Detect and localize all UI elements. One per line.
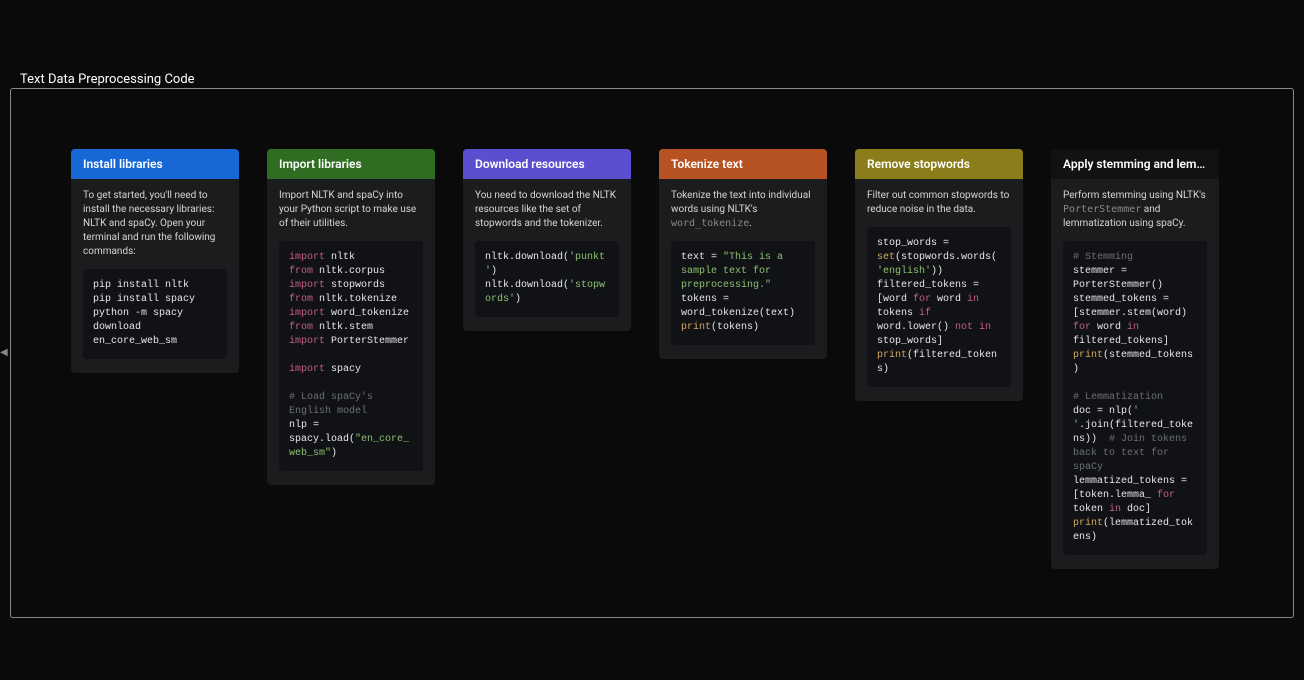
card-description: Perform stemming using NLTK's PorterStem… — [1063, 189, 1207, 231]
card-body: You need to download the NLTK resources … — [463, 179, 631, 331]
card-header: Apply stemming and lemmatization — [1051, 149, 1219, 179]
main-panel: Install libraries To get started, you'll… — [10, 88, 1294, 618]
card-body: Import NLTK and spaCy into your Python s… — [267, 179, 435, 485]
card-header: Tokenize text — [659, 149, 827, 179]
code-block: import nltk from nltk.corpus import stop… — [279, 241, 423, 471]
page-title: Text Data Preprocessing Code — [20, 72, 195, 87]
code-block: pip install nltk pip install spacy pytho… — [83, 269, 227, 359]
card-body: Tokenize the text into individual words … — [659, 179, 827, 359]
card-description: You need to download the NLTK resources … — [475, 189, 619, 231]
code-block: nltk.download('punkt') nltk.download('st… — [475, 241, 619, 317]
card-description: Filter out common stopwords to reduce no… — [867, 189, 1011, 217]
card-description: To get started, you'll need to install t… — [83, 189, 227, 259]
card-download-resources[interactable]: Download resources You need to download … — [463, 149, 631, 331]
cards-row: Install libraries To get started, you'll… — [71, 149, 1233, 569]
code-block: # Stemming stemmer = PorterStemmer() ste… — [1063, 241, 1207, 555]
code-block: text = "This is a sample text for prepro… — [671, 241, 815, 345]
card-header: Install libraries — [71, 149, 239, 179]
card-remove-stopwords[interactable]: Remove stopwords Filter out common stopw… — [855, 149, 1023, 401]
left-resize-handle[interactable]: ◀ — [0, 347, 8, 357]
card-import-libraries[interactable]: Import libraries Import NLTK and spaCy i… — [267, 149, 435, 485]
card-description: Tokenize the text into individual words … — [671, 189, 815, 231]
card-body: Perform stemming using NLTK's PorterStem… — [1051, 179, 1219, 569]
card-body: Filter out common stopwords to reduce no… — [855, 179, 1023, 401]
card-description: Import NLTK and spaCy into your Python s… — [279, 189, 423, 231]
card-header: Remove stopwords — [855, 149, 1023, 179]
card-tokenize-text[interactable]: Tokenize text Tokenize the text into ind… — [659, 149, 827, 359]
card-header: Download resources — [463, 149, 631, 179]
card-header: Import libraries — [267, 149, 435, 179]
card-body: To get started, you'll need to install t… — [71, 179, 239, 373]
code-block: stop_words = set(stopwords.words('englis… — [867, 227, 1011, 387]
card-install-libraries[interactable]: Install libraries To get started, you'll… — [71, 149, 239, 373]
card-stemming-lemmatization[interactable]: Apply stemming and lemmatization Perform… — [1051, 149, 1219, 569]
